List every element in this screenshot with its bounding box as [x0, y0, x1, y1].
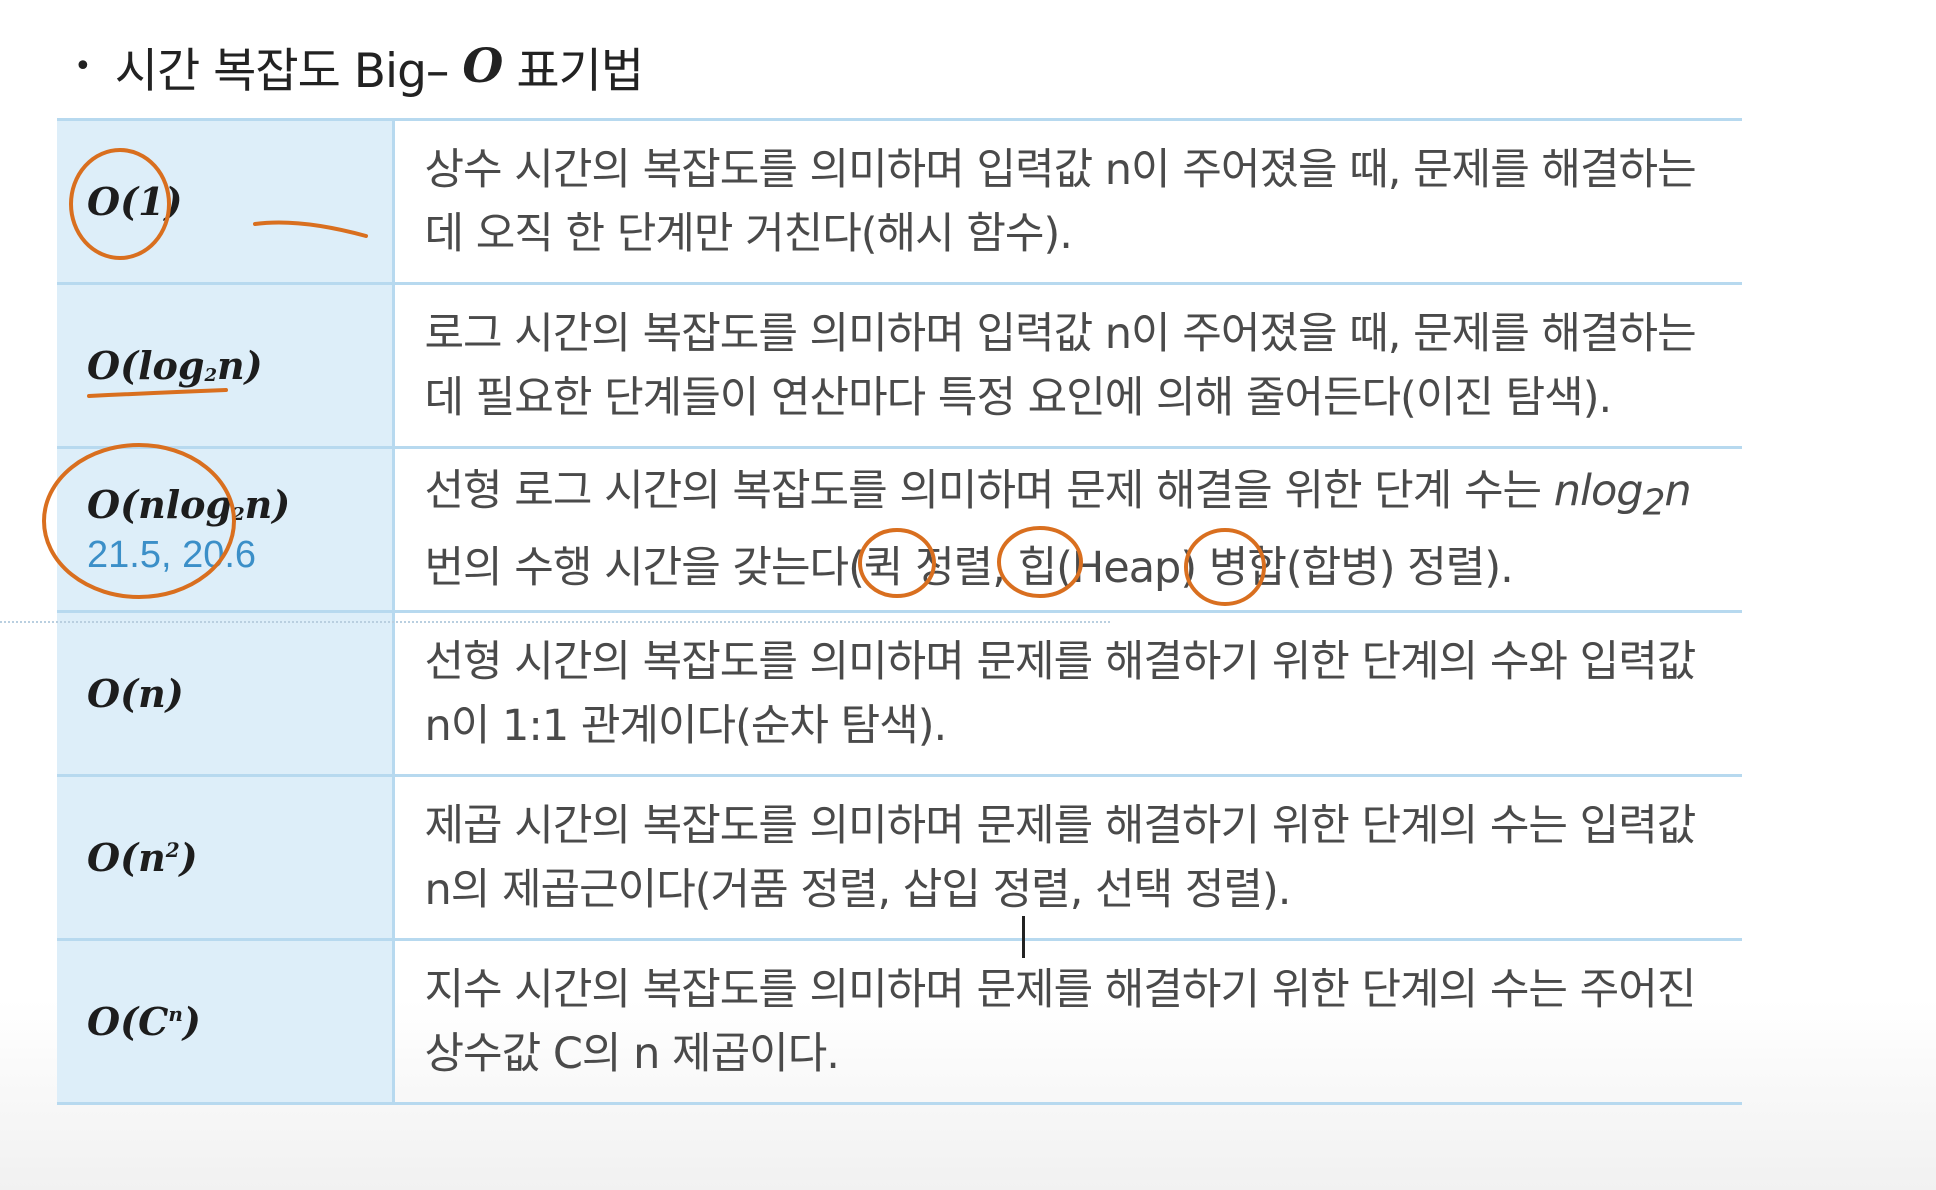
- text-cursor-icon: [1022, 916, 1025, 958]
- description-cell: 상수 시간의 복잡도를 의미하며 입력값 n이 주어졌을 때, 문제를 해결하는…: [424, 144, 1697, 259]
- description-cell: 제곱 시간의 복잡도를 의미하며 문제를 해결하기 위한 단계의 수는 입력값 …: [424, 800, 1697, 915]
- bullet-dot: •: [74, 48, 92, 84]
- description-cell: 선형 로그 시간의 복잡도를 의미하며 문제 해결을 위한 단계 수는 nlog…: [424, 466, 1692, 593]
- notation-log-n: O(log2n): [87, 342, 263, 388]
- handwritten-note: 21.5, 20.6: [87, 533, 257, 576]
- section-title: • 시간 복잡도 Big– O 표기법: [74, 34, 644, 99]
- notation-n-squared: O(n2): [87, 834, 198, 880]
- title-text-after: 표기법: [516, 43, 644, 99]
- notation-cell: O(nlog2n) 21.5, 20.6: [57, 447, 395, 612]
- description-cell: 지수 시간의 복잡도를 의미하며 문제를 해결하기 위한 단계의 수는 주어진 …: [424, 964, 1697, 1079]
- table-row: O(Cn) 지수 시간의 복잡도를 의미하며 문제를 해결하기 위한 단계의 수…: [57, 939, 1742, 1104]
- dotted-guide-line: [0, 621, 1110, 623]
- notation-n-log-n: O(nlog2n): [87, 482, 291, 528]
- title-big-o: O: [462, 38, 503, 94]
- notation-n: O(n): [87, 670, 184, 716]
- notation-cell: O(1): [57, 119, 395, 284]
- description-cell: 로그 시간의 복잡도를 의미하며 입력값 n이 주어졌을 때, 문제를 해결하는…: [424, 308, 1697, 423]
- notation-cell: O(Cn): [57, 939, 395, 1104]
- notation-cell: O(n): [57, 611, 395, 776]
- table-row: O(n2) 제곱 시간의 복잡도를 의미하며 문제를 해결하기 위한 단계의 수…: [57, 775, 1742, 940]
- title-text-before: 시간 복잡도 Big–: [114, 43, 450, 99]
- notation-cell: O(log2n): [57, 283, 395, 448]
- notation-o1: O(1): [87, 178, 183, 224]
- table-row: O(log2n) 로그 시간의 복잡도를 의미하며 입력값 n이 주어졌을 때,…: [57, 283, 1742, 448]
- table-row: O(1) 상수 시간의 복잡도를 의미하며 입력값 n이 주어졌을 때, 문제를…: [57, 119, 1742, 284]
- notation-c-power-n: O(Cn): [87, 998, 201, 1044]
- description-cell: 선형 시간의 복잡도를 의미하며 문제를 해결하기 위한 단계의 수와 입력값 …: [424, 636, 1697, 751]
- complexity-table: O(1) 상수 시간의 복잡도를 의미하며 입력값 n이 주어졌을 때, 문제를…: [57, 118, 1742, 1105]
- notation-cell: O(n2): [57, 775, 395, 940]
- table-row: O(n) 선형 시간의 복잡도를 의미하며 문제를 해결하기 위한 단계의 수와…: [57, 611, 1742, 776]
- table-row: O(nlog2n) 21.5, 20.6 선형 로그 시간의 복잡도를 의미하며…: [57, 447, 1742, 612]
